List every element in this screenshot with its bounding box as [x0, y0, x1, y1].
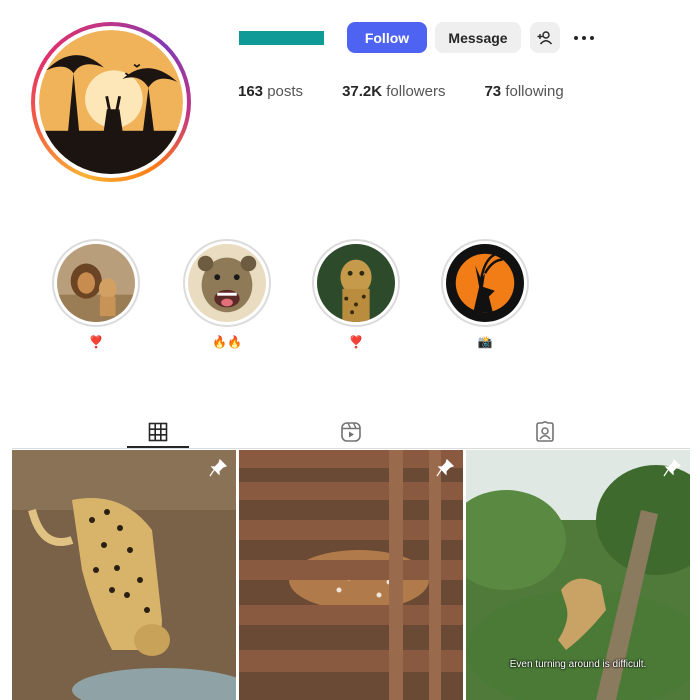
- antelope-logo-icon: [446, 244, 524, 322]
- highlight-2-label: 🔥🔥: [212, 335, 242, 349]
- username-redacted-bar: [239, 31, 324, 45]
- hyena-photo-icon: [188, 244, 266, 322]
- story-highlight-1[interactable]: ❣️: [52, 239, 140, 349]
- following-count[interactable]: 73 following: [484, 83, 563, 100]
- post-thumbnail-3[interactable]: Even turning around is difficult.: [466, 450, 690, 700]
- profile-avatar[interactable]: [31, 22, 191, 182]
- pinned-icon: [209, 459, 227, 477]
- cheetah-photo-icon: [12, 450, 236, 700]
- story-highlight-3[interactable]: ❣️: [312, 239, 400, 349]
- tab-tagged[interactable]: [514, 415, 576, 448]
- followers-count-label: followers: [386, 83, 446, 100]
- lions-photo-icon: [57, 244, 135, 322]
- safari-sunset-logo-icon: [39, 30, 183, 174]
- posts-count[interactable]: 163 posts: [238, 83, 303, 100]
- story-highlight-4[interactable]: 📸: [441, 239, 529, 349]
- story-highlight-2[interactable]: 🔥🔥: [183, 239, 271, 349]
- follow-button[interactable]: Follow: [347, 22, 427, 53]
- suggest-user-button[interactable]: [530, 22, 560, 53]
- followers-count[interactable]: 37.2K followers: [342, 83, 445, 100]
- posts-count-label: posts: [267, 83, 304, 100]
- deer-fence-photo-icon: [239, 450, 463, 700]
- grid-icon: [148, 422, 168, 441]
- highlight-3-label: ❣️: [348, 335, 364, 349]
- following-count-value: 73: [484, 83, 502, 100]
- pinned-icon: [663, 459, 681, 477]
- tabs-divider: [12, 448, 690, 449]
- more-options-icon[interactable]: [571, 29, 597, 47]
- reels-icon: [341, 421, 361, 442]
- followers-count-value: 37.2K: [342, 83, 383, 100]
- add-user-icon: [537, 30, 553, 44]
- post-thumbnail-1[interactable]: [12, 450, 236, 700]
- posts-count-value: 163: [238, 83, 264, 100]
- highlight-4-label: 📸: [477, 335, 493, 349]
- tagged-icon: [536, 420, 554, 442]
- message-button[interactable]: Message: [435, 22, 521, 53]
- tab-reels[interactable]: [320, 415, 382, 448]
- post-caption-overlay: Even turning around is difficult.: [509, 659, 647, 670]
- highlight-1-label: ❣️: [88, 335, 104, 349]
- profile-stats: 163 posts 37.2K followers 73 following: [238, 83, 603, 100]
- leopard-photo-icon: [317, 244, 395, 322]
- pinned-icon: [436, 459, 454, 477]
- post-thumbnail-2[interactable]: [239, 450, 463, 700]
- tab-posts[interactable]: [127, 415, 189, 448]
- following-count-label: following: [505, 83, 564, 100]
